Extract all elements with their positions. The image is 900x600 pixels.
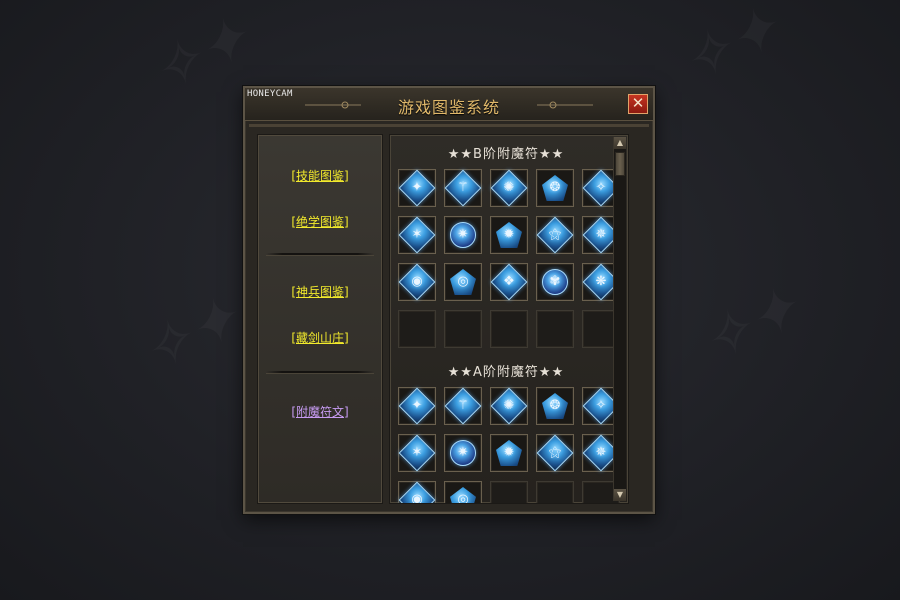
nav-link-weapon-codex[interactable]: [神兵图鉴] [258, 283, 382, 300]
rune-glyph-icon: ⚝ [548, 445, 562, 460]
rune-slot[interactable]: ✺ [490, 387, 528, 425]
nav-link-skill-codex[interactable]: [技能图鉴] [258, 167, 382, 184]
scrollbar[interactable]: ▲ ▼ [613, 137, 626, 501]
rune-glyph-icon: ✶ [411, 227, 423, 242]
rune-slot[interactable]: ◉ [398, 263, 436, 301]
nav-divider [266, 371, 374, 374]
scroll-thumb[interactable] [615, 152, 625, 176]
header-divider [249, 124, 649, 127]
rune-slot[interactable]: ✷ [444, 434, 482, 472]
rune-slot[interactable]: ⚚ [444, 387, 482, 425]
rune-glyph-icon: ◉ [411, 492, 423, 504]
rune-glyph-icon: ✦ [411, 180, 423, 195]
rune-glyph-icon: ◉ [411, 274, 423, 289]
rune-glyph-icon: ✦ [411, 398, 423, 413]
rune-glyph-icon: ❂ [549, 398, 561, 413]
background-watermark: ✧✦ [690, 272, 811, 378]
empty-slot [536, 481, 574, 503]
rune-slot[interactable]: ✹ [490, 434, 528, 472]
rune-glyph-icon: ❋ [595, 274, 607, 289]
rune-glyph-icon: ⚚ [457, 180, 469, 195]
nav-divider [266, 253, 374, 256]
section-title-b-rank: ★★B阶附魔符★★ [447, 147, 565, 162]
rune-slot[interactable]: ✦ [398, 387, 436, 425]
rune-glyph-icon: ✹ [503, 227, 515, 242]
rune-glyph-icon: ⚚ [457, 398, 469, 413]
title-bar[interactable]: HONEYCAM 游戏图鉴系统 ✕ [245, 88, 653, 121]
codex-window: HONEYCAM 游戏图鉴系统 ✕ [技能图鉴] [绝学图鉴] [神兵图鉴] [… [243, 86, 655, 514]
nav-link-martial-codex[interactable]: [绝学图鉴] [258, 213, 382, 230]
empty-slot [398, 310, 436, 348]
chevron-up-icon: ▲ [616, 138, 624, 147]
rune-slot[interactable]: ✹ [490, 216, 528, 254]
rune-slot[interactable]: ❖ [490, 263, 528, 301]
rune-slot[interactable]: ⚝ [536, 434, 574, 472]
chevron-down-icon: ▼ [616, 490, 624, 499]
rune-slot[interactable]: ✶ [398, 216, 436, 254]
rune-glyph-icon: ❂ [549, 180, 561, 195]
rune-slot[interactable]: ✷ [444, 216, 482, 254]
rune-slot[interactable]: ✦ [398, 169, 436, 207]
nav-link-enchant-runes[interactable]: [附魔符文] [258, 403, 382, 420]
empty-slot [490, 310, 528, 348]
scroll-down-button[interactable]: ▼ [614, 489, 626, 501]
rune-glyph-icon: ✵ [595, 227, 607, 242]
nav-link-sword-villa[interactable]: [藏剑山庄] [258, 329, 382, 346]
scroll-up-button[interactable]: ▲ [614, 137, 626, 149]
rune-slot[interactable]: ◎ [444, 263, 482, 301]
empty-slot [444, 310, 482, 348]
ornament-right-icon [537, 101, 593, 109]
rune-glyph-icon: ✷ [457, 227, 469, 242]
close-button[interactable]: ✕ [628, 94, 648, 114]
background-watermark: ✧✦ [670, 0, 791, 98]
rune-slot[interactable]: ✺ [490, 169, 528, 207]
rune-glyph-icon: ◎ [457, 492, 469, 504]
rune-glyph-icon: ⚝ [548, 227, 562, 242]
section-title-a-rank: ★★A阶附魔符★★ [447, 365, 565, 380]
rune-glyph-icon: ✶ [411, 445, 423, 460]
rune-slot[interactable]: ✶ [398, 434, 436, 472]
rune-slot[interactable]: ◉ [398, 481, 436, 504]
rune-glyph-icon: ✺ [503, 180, 515, 195]
rune-glyph-icon: ✷ [457, 445, 469, 460]
category-nav: [技能图鉴] [绝学图鉴] [神兵图鉴] [藏剑山庄] [附魔符文] [257, 134, 383, 504]
rune-slot[interactable]: ⚝ [536, 216, 574, 254]
background-watermark: ✧✦ [130, 282, 251, 388]
rune-glyph-icon: ◎ [457, 274, 469, 289]
rune-slot[interactable]: ❂ [536, 387, 574, 425]
rune-slot[interactable]: ❂ [536, 169, 574, 207]
rune-glyph-icon: ✧ [595, 180, 607, 195]
rune-glyph-icon: ✵ [595, 445, 607, 460]
rune-slot[interactable]: ✾ [536, 263, 574, 301]
rune-glyph-icon: ✾ [549, 274, 561, 289]
close-icon: ✕ [631, 94, 645, 112]
rune-glyph-icon: ✺ [503, 398, 515, 413]
rune-glyph-icon: ✹ [503, 445, 515, 460]
rune-slot[interactable]: ◎ [444, 481, 482, 504]
empty-slot [536, 310, 574, 348]
rune-grid-panel: ★★B阶附魔符★★ ✦ ⚚ ✺ ❂ ✧ ✶ ✷ ✹ ⚝ ✵ ◉ ◎ ❖ ✾ ❋ ★★A阶附魔符★★ ✦ ⚚ ✺ ❂… [389, 134, 629, 504]
rune-slot[interactable]: ⚚ [444, 169, 482, 207]
empty-slot [490, 481, 528, 503]
rune-glyph-icon: ✧ [595, 398, 607, 413]
rune-glyph-icon: ❖ [503, 274, 515, 289]
